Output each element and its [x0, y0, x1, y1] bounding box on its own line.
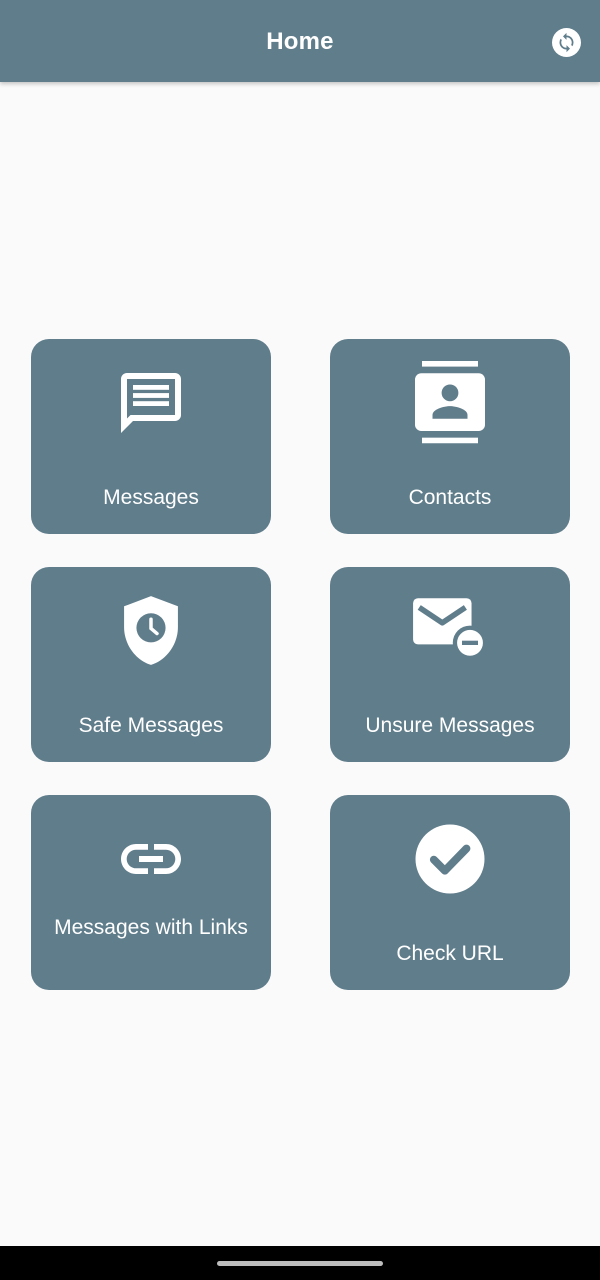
tile-label: Check URL — [396, 942, 504, 965]
mail-minus-icon — [413, 598, 488, 661]
message-icon — [121, 373, 181, 433]
tile-label: Unsure Messages — [365, 714, 535, 737]
check-url-tile[interactable]: Check URL — [330, 795, 570, 990]
contacts-icon — [415, 361, 485, 444]
tile-label: Safe Messages — [78, 714, 224, 737]
link-icon — [121, 844, 181, 874]
refresh-button[interactable] — [552, 28, 581, 57]
messages-tile[interactable]: Messages — [31, 339, 271, 534]
refresh-icon — [559, 32, 574, 53]
page-title: Home — [266, 28, 334, 55]
tile-label: Contacts — [408, 486, 492, 509]
contacts-tile[interactable]: Contacts — [330, 339, 570, 534]
system-nav-bar — [0, 1246, 600, 1280]
app-bar: Home — [0, 0, 600, 82]
tile-label: Messages with Links — [54, 916, 248, 939]
check-circle-icon — [415, 824, 485, 894]
shield-clock-icon — [124, 596, 178, 665]
home-gesture-handle[interactable] — [217, 1261, 383, 1266]
unsure-messages-tile[interactable]: Unsure Messages — [330, 567, 570, 762]
messages-with-links-tile[interactable]: Messages with Links — [31, 795, 271, 990]
tile-label: Messages — [103, 486, 199, 509]
safe-messages-tile[interactable]: Safe Messages — [31, 567, 271, 762]
